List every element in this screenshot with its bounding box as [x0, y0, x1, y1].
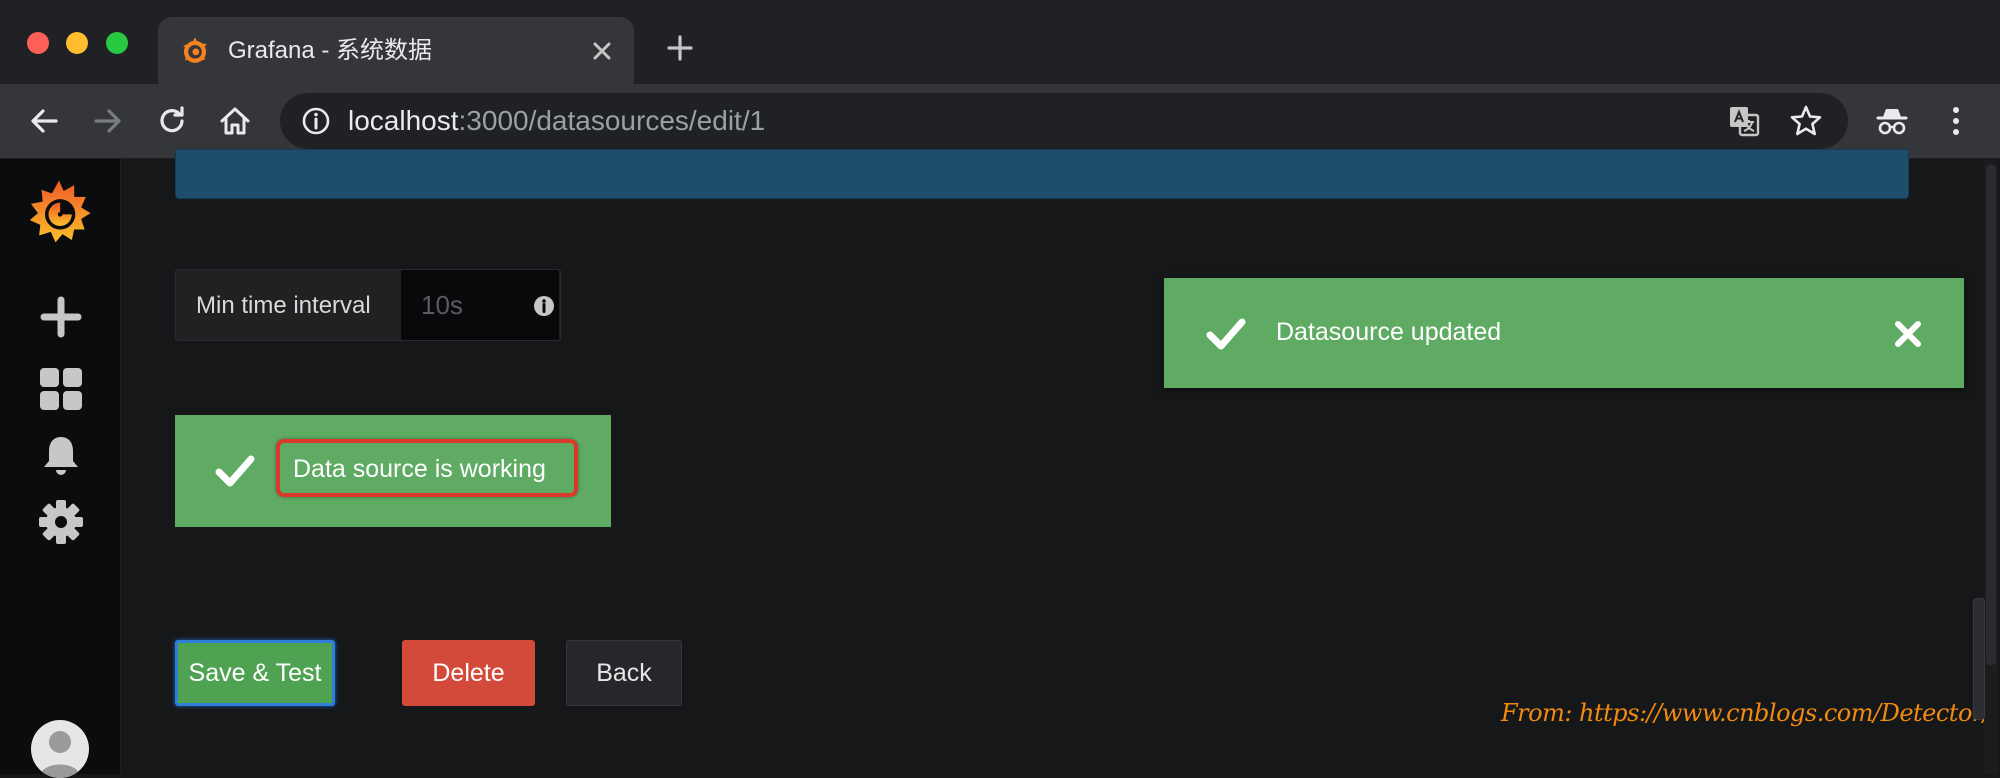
url-host: localhost [348, 105, 459, 136]
back-button[interactable]: Back [566, 640, 682, 706]
url-text[interactable]: localhost:3000/datasources/edit/1 [348, 104, 765, 138]
window-minimize-button[interactable] [66, 32, 88, 54]
tab-title: Grafana - 系统数据 [228, 37, 433, 64]
home-icon[interactable] [217, 103, 253, 139]
min-time-interval-field: Min time interval [175, 269, 561, 341]
info-icon[interactable] [300, 105, 332, 137]
incognito-icon[interactable] [1874, 103, 1910, 139]
info-panel [175, 149, 1909, 199]
min-time-interval-label: Min time interval [196, 292, 371, 319]
watermark: From: https://www.cnblogs.com/Detector/ [1501, 699, 1991, 727]
check-icon [1206, 318, 1246, 350]
plus-icon[interactable] [38, 294, 84, 340]
browser-tab-bar: Grafana - 系统数据 [0, 0, 2000, 85]
info-circle-icon[interactable] [533, 295, 555, 317]
browser-tab[interactable]: Grafana - 系统数据 [158, 17, 634, 85]
datasource-settings-page: Min time interval Data source is working… [121, 149, 2000, 774]
grafana-sidebar [0, 159, 121, 778]
forward-arrow-icon[interactable] [90, 103, 126, 139]
bell-icon[interactable] [38, 433, 84, 479]
scrollbar-outer [1986, 165, 1996, 665]
scrollbar-thumb[interactable] [1973, 598, 1985, 720]
test-success-alert: Data source is working [175, 415, 611, 527]
toast-notification: Datasource updated [1164, 278, 1964, 388]
alert-message: Data source is working [293, 455, 546, 483]
plus-icon[interactable] [664, 32, 696, 64]
user-icon [39, 731, 81, 778]
save-and-test-button[interactable]: Save & Test [175, 640, 335, 706]
check-icon [215, 455, 255, 487]
address-bar[interactable]: localhost:3000/datasources/edit/1 [280, 93, 1848, 149]
translate-icon[interactable] [1726, 103, 1762, 139]
grafana-logo-icon[interactable] [24, 177, 94, 247]
close-icon[interactable] [586, 35, 618, 67]
highlight-annotation: Data source is working [276, 439, 578, 497]
back-arrow-icon[interactable] [26, 103, 62, 139]
grafana-logo-icon [183, 37, 207, 63]
more-vert-icon[interactable] [1938, 103, 1974, 139]
close-icon[interactable] [1892, 318, 1924, 350]
toast-message: Datasource updated [1276, 318, 1502, 346]
star-icon[interactable] [1788, 103, 1824, 139]
avatar[interactable] [31, 720, 89, 778]
dashboards-icon[interactable] [38, 366, 84, 412]
gear-icon[interactable] [38, 499, 84, 545]
window-zoom-button[interactable] [106, 32, 128, 54]
browser-toolbar: localhost:3000/datasources/edit/1 [0, 84, 2000, 159]
reload-icon[interactable] [154, 103, 190, 139]
window-close-button[interactable] [27, 32, 49, 54]
url-path: :3000/datasources/edit/1 [458, 105, 766, 136]
delete-button[interactable]: Delete [402, 640, 535, 706]
